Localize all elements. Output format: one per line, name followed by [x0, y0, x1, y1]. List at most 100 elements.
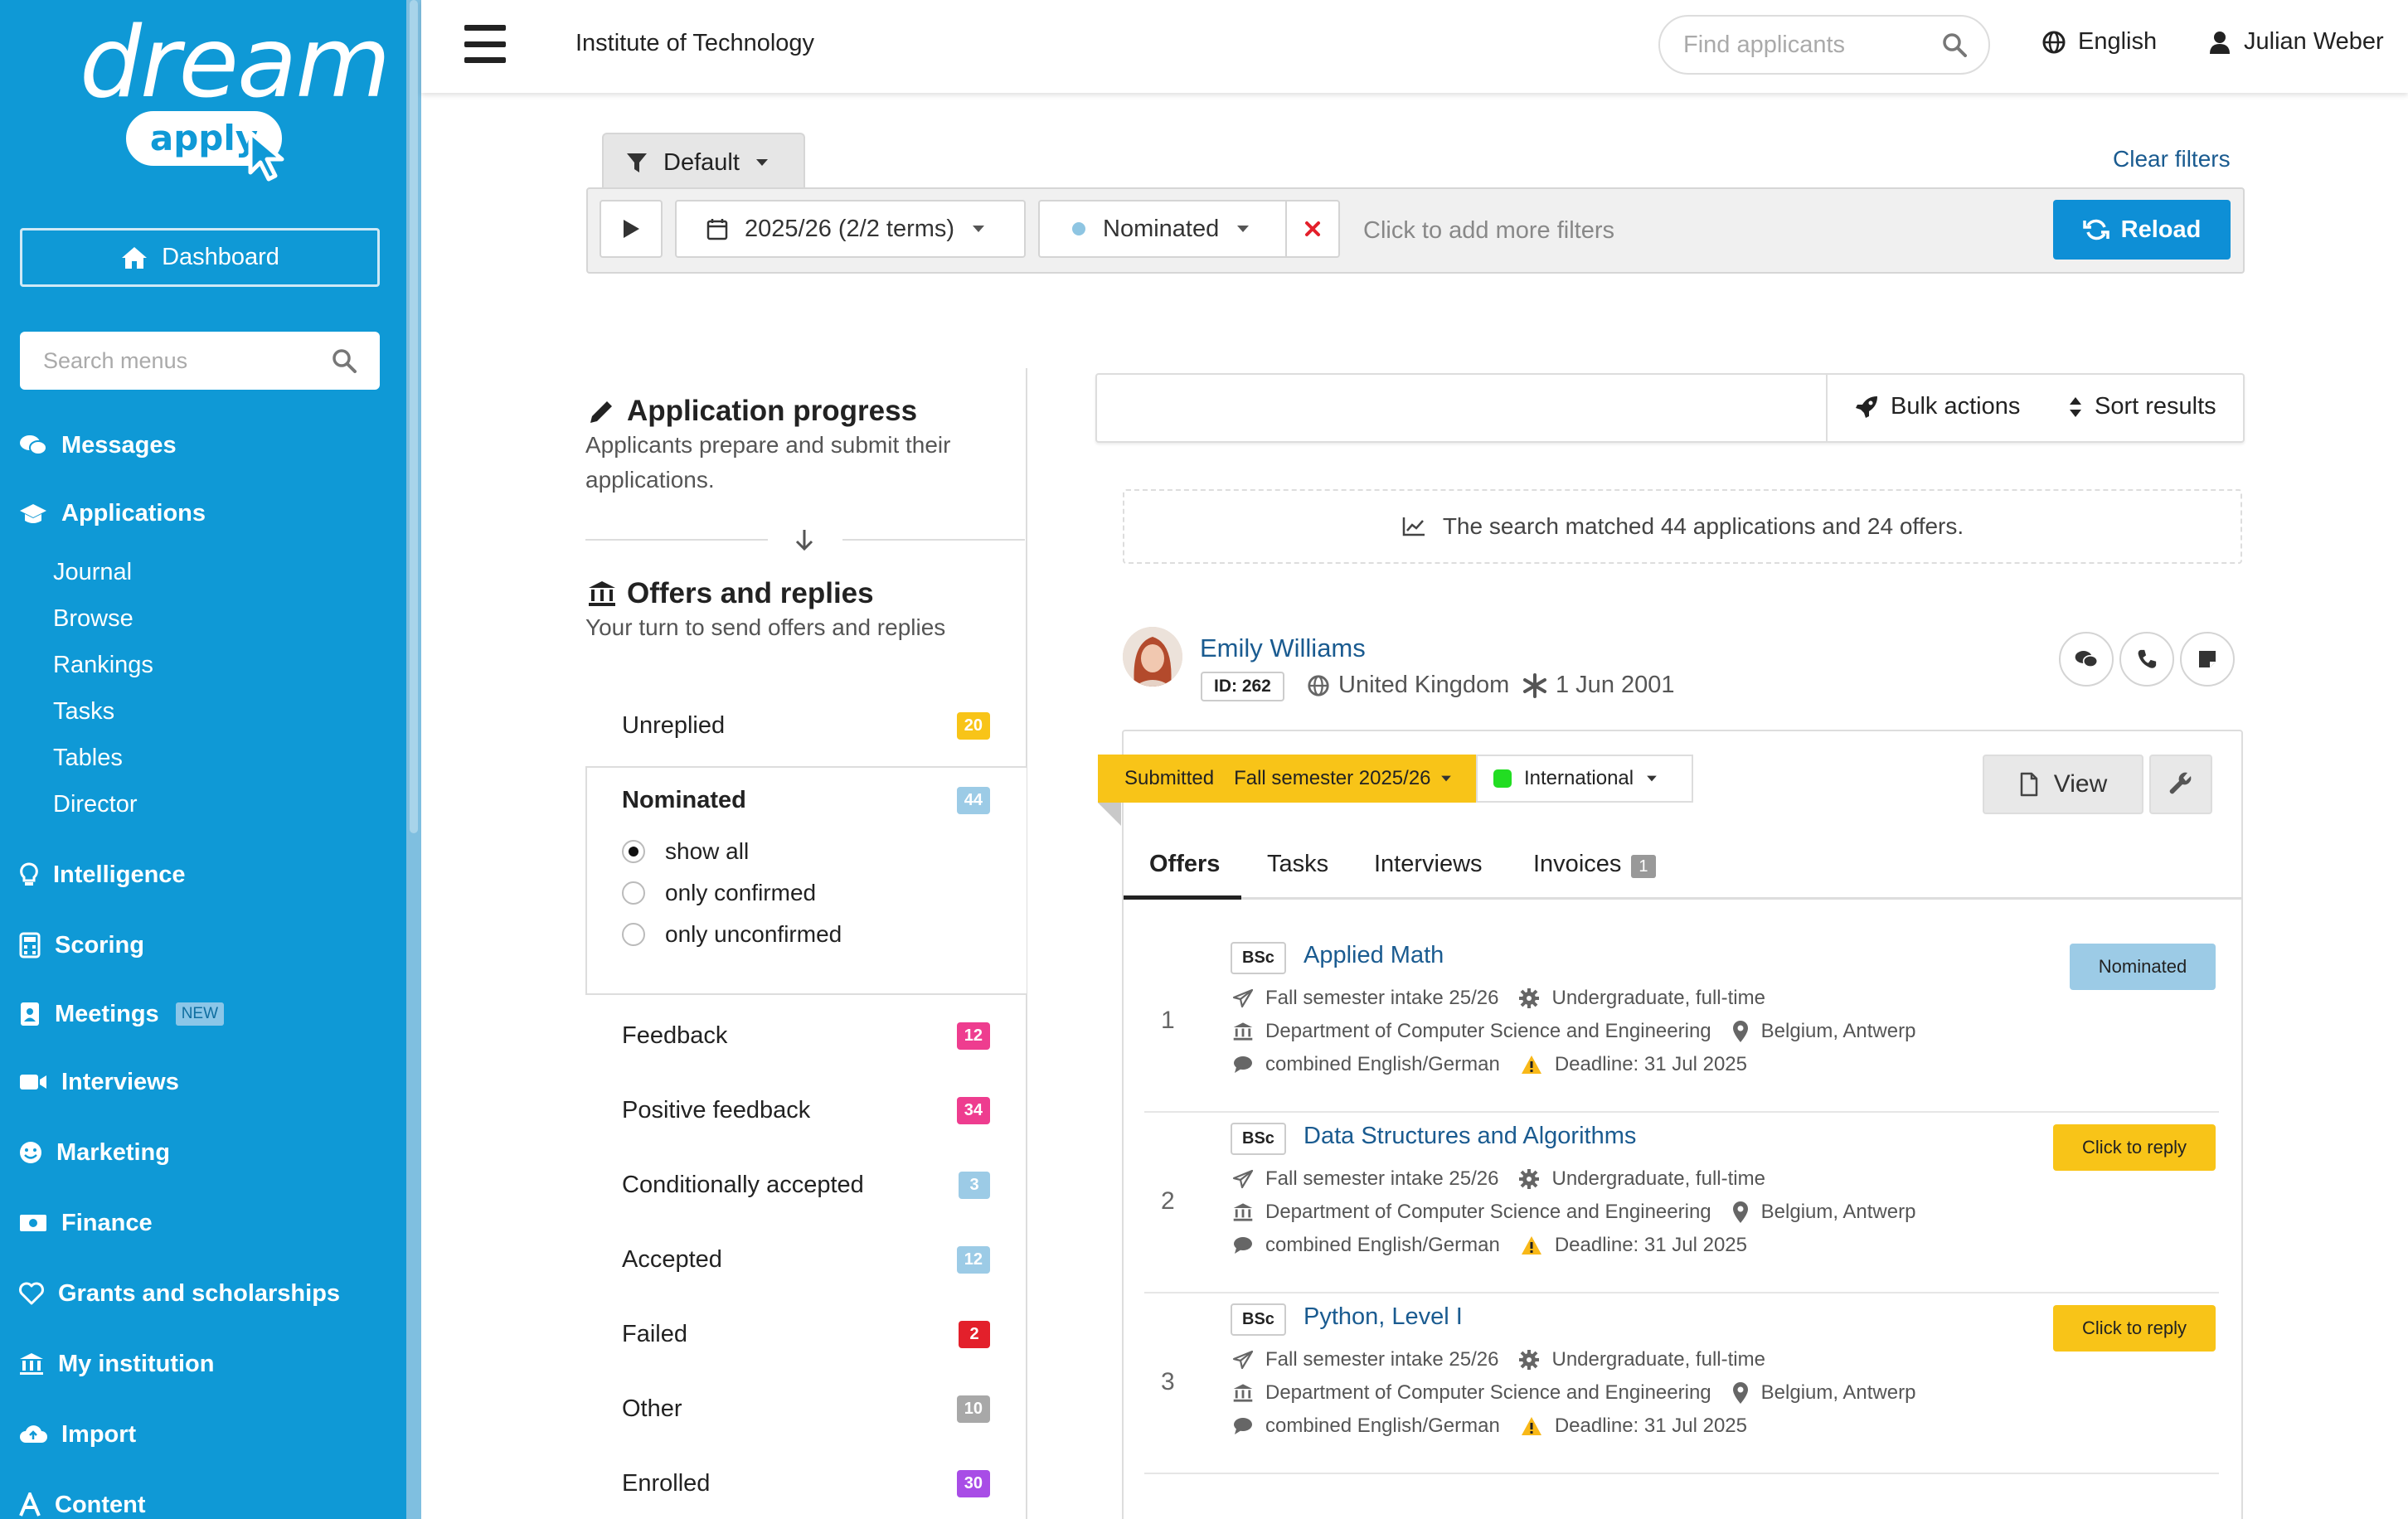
nav-applications[interactable]: Applications	[0, 493, 206, 534]
sidebar-item-director[interactable]: Director	[53, 786, 138, 823]
close-icon	[1304, 220, 1322, 238]
cursor-icon	[245, 129, 292, 182]
radio-only-confirmed[interactable]: only confirmed	[622, 872, 842, 914]
nav-import[interactable]: Import	[0, 1414, 136, 1455]
search-match-summary: The search matched 44 applications and 2…	[1123, 489, 2242, 564]
remove-filter-button[interactable]	[1285, 200, 1340, 258]
radio-show-all[interactable]: show all	[622, 831, 842, 872]
invoice-count-badge: 1	[1631, 855, 1656, 878]
menu-search[interactable]	[20, 332, 380, 390]
nav-content[interactable]: Content	[0, 1484, 146, 1519]
menu-search-input[interactable]	[43, 347, 292, 374]
offer-number: 1	[1161, 1007, 1175, 1034]
radio-button[interactable]	[622, 923, 645, 946]
message-applicant-button[interactable]	[2059, 632, 2114, 687]
reload-button[interactable]: Reload	[2053, 200, 2231, 260]
offer-row: 1 BSc Applied Math Fall semester intake …	[1144, 932, 2219, 1113]
status-row-unreplied[interactable]: Unreplied 20	[585, 688, 1025, 763]
term-filter[interactable]: 2025/26 (2/2 terms)	[675, 200, 1026, 258]
warning-icon	[1520, 1235, 1543, 1256]
radio-button-checked[interactable]	[622, 840, 645, 863]
location: Belgium, Antwerp	[1760, 1381, 1916, 1404]
application-status: Submitted	[1124, 767, 1215, 789]
nav-marketing[interactable]: Marketing	[0, 1132, 170, 1173]
search-icon[interactable]	[1942, 32, 1967, 57]
tab-offers[interactable]: Offers	[1149, 851, 1220, 897]
nav-intelligence[interactable]: Intelligence	[0, 854, 186, 895]
status-row-conditionally-accepted[interactable]: Conditionally accepted 3	[585, 1148, 1025, 1222]
find-applicants-input[interactable]	[1683, 31, 1924, 59]
status-row-positive-feedback[interactable]: Positive feedback 34	[585, 1073, 1025, 1148]
filter-preset-tab[interactable]: Default	[602, 133, 805, 191]
status-row-feedback[interactable]: Feedback 12	[585, 998, 1025, 1073]
sidebar-item-tables[interactable]: Tables	[53, 740, 123, 776]
institution-icon	[587, 580, 617, 608]
logo-dream: dream	[80, 5, 391, 119]
language: combined English/German	[1265, 1053, 1500, 1075]
nav-interviews[interactable]: Interviews	[0, 1061, 179, 1103]
applicant-avatar[interactable]	[1123, 627, 1182, 687]
sidebar-item-tasks[interactable]: Tasks	[53, 693, 114, 730]
click-to-reply-button[interactable]: Click to reply	[2053, 1305, 2216, 1352]
cog-icon	[1518, 988, 1540, 1009]
category-selector[interactable]: International	[1476, 755, 1693, 803]
sidebar-item-journal[interactable]: Journal	[53, 554, 132, 590]
programme-link[interactable]: Data Structures and Algorithms	[1304, 1123, 1636, 1150]
tab-tasks[interactable]: Tasks	[1267, 851, 1328, 897]
clear-filters-link[interactable]: Clear filters	[2113, 146, 2231, 172]
radio-only-unconfirmed[interactable]: only unconfirmed	[622, 914, 842, 955]
view-application-button[interactable]: View	[1983, 755, 2143, 814]
chart-line-icon	[1401, 516, 1426, 537]
sidebar: dream apply Dashboard Messages Applicati…	[0, 0, 406, 1519]
status-row-other[interactable]: Other 10	[585, 1371, 1025, 1446]
dashboard-button[interactable]: Dashboard	[20, 228, 380, 287]
run-filter-button[interactable]	[600, 200, 663, 258]
calendar-icon	[706, 217, 728, 240]
click-to-reply-button[interactable]: Click to reply	[2053, 1124, 2216, 1171]
programme-link[interactable]: Python, Level I	[1304, 1303, 1463, 1331]
nav-meetings[interactable]: Meetings NEW	[0, 993, 225, 1035]
tab-invoices[interactable]: Invoices 1	[1533, 851, 1656, 897]
status-row-nominated[interactable]: Nominated 44	[585, 763, 1025, 837]
application-status-selector[interactable]: Submitted Fall semester 2025/26	[1098, 755, 1476, 803]
language-label: English	[2078, 28, 2158, 55]
globe-icon	[2041, 30, 2066, 55]
offer-status-badge[interactable]: Nominated	[2070, 944, 2216, 990]
hamburger-menu-icon[interactable]	[464, 25, 506, 63]
tab-interviews[interactable]: Interviews	[1374, 851, 1483, 897]
nav-my-institution[interactable]: My institution	[0, 1343, 214, 1385]
sidebar-item-rankings[interactable]: Rankings	[53, 647, 153, 683]
applicant-name-link[interactable]: Emily Williams	[1200, 633, 1366, 663]
deadline: Deadline: 31 Jul 2025	[1554, 1053, 1747, 1075]
user-menu[interactable]: Julian Weber	[2209, 28, 2384, 56]
comment-icon	[1232, 1235, 1254, 1255]
status-filter[interactable]: Nominated	[1038, 200, 1287, 258]
nav-grants[interactable]: Grants and scholarships	[0, 1273, 340, 1314]
search-icon[interactable]	[332, 348, 357, 373]
language-selector[interactable]: English	[2041, 28, 2157, 56]
count-badge: 2	[959, 1320, 990, 1348]
nav-messages[interactable]: Messages	[0, 425, 177, 466]
call-applicant-button[interactable]	[2119, 632, 2174, 687]
language: combined English/German	[1265, 1415, 1500, 1437]
sort-results-button[interactable]: Sort results	[2068, 393, 2216, 420]
sidebar-scrollbar-thumb[interactable]	[410, 0, 418, 833]
status-row-enrolled[interactable]: Enrolled 30	[585, 1446, 1025, 1519]
count-badge: 12	[956, 1245, 990, 1274]
caret-down-icon	[1439, 774, 1453, 783]
wrench-button[interactable]	[2149, 755, 2212, 814]
nav-scoring[interactable]: Scoring	[0, 925, 144, 966]
sidebar-item-browse[interactable]: Browse	[53, 600, 134, 637]
programme-link[interactable]: Applied Math	[1304, 942, 1444, 969]
find-applicants[interactable]	[1658, 15, 1990, 75]
count-badge: 10	[956, 1395, 990, 1423]
note-applicant-button[interactable]	[2180, 632, 2235, 687]
institution-icon	[1232, 1383, 1254, 1403]
status-row-failed[interactable]: Failed 2	[585, 1297, 1025, 1371]
add-filters-prompt[interactable]: Click to add more filters	[1363, 217, 1614, 245]
user-name: Julian Weber	[2244, 28, 2384, 55]
status-row-accepted[interactable]: Accepted 12	[585, 1222, 1025, 1297]
nav-finance[interactable]: Finance	[0, 1202, 153, 1244]
bulk-actions-button[interactable]: Bulk actions	[1854, 393, 2020, 420]
radio-button[interactable]	[622, 881, 645, 905]
